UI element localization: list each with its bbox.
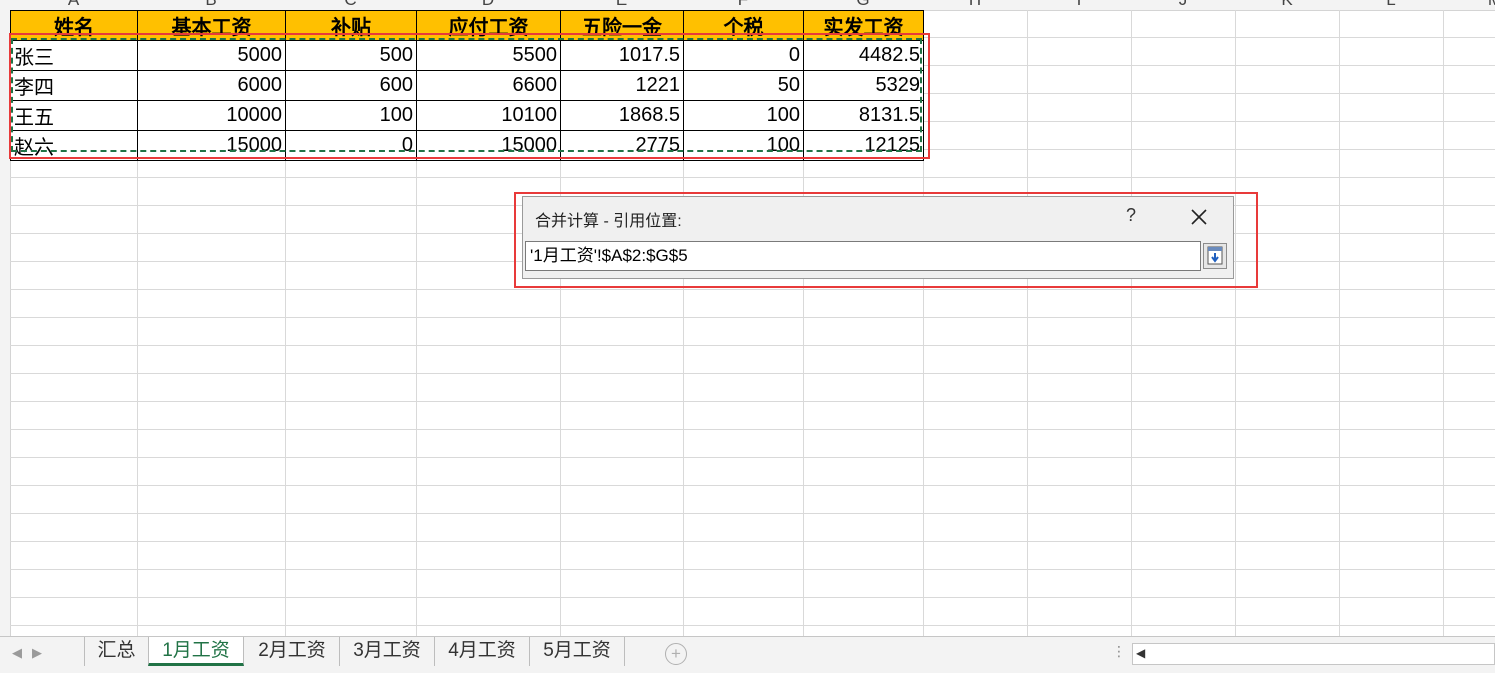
consolidate-reference-dialog: 合并计算 - 引用位置: ? '1月工资'!$A$2:$G$5 <box>522 196 1234 279</box>
gridline <box>1027 10 1028 636</box>
horizontal-scrollbar[interactable] <box>1132 643 1495 665</box>
sheet-tab-feb[interactable]: 2月工资 <box>245 637 340 666</box>
close-glyph <box>1191 209 1207 225</box>
column-letter-k[interactable]: K <box>1235 0 1339 9</box>
spreadsheet-area[interactable]: A B C D E F G H I J K L M 姓名 基本工资 补贴 应付工… <box>0 0 1495 636</box>
highlight-box-table <box>9 33 930 159</box>
column-letter-b[interactable]: B <box>137 0 285 9</box>
sheet-tab-bar: ◀ ▶ 汇总 1月工资 2月工资 3月工资 4月工资 5月工资 + ⋮ ◀ <box>0 636 1495 673</box>
scroll-tabs-right-icon[interactable]: ▶ <box>32 645 42 661</box>
expand-dialog-icon[interactable] <box>1203 243 1227 269</box>
column-letter-i[interactable]: I <box>1027 0 1131 9</box>
column-letter-m[interactable]: M <box>1443 0 1495 9</box>
sheet-tab-mar[interactable]: 3月工资 <box>340 637 435 666</box>
column-letter-e[interactable]: E <box>560 0 683 9</box>
add-sheet-icon[interactable]: + <box>665 643 687 665</box>
sheet-tab-jan[interactable]: 1月工资 <box>148 637 244 666</box>
sheet-tab-apr[interactable]: 4月工资 <box>435 637 530 666</box>
column-letter-a[interactable]: A <box>10 0 137 9</box>
gridline <box>1443 10 1444 636</box>
close-icon[interactable] <box>1185 203 1213 231</box>
scroll-left-arrow-icon[interactable]: ◀ <box>1136 646 1145 660</box>
column-letter-d[interactable]: D <box>416 0 560 9</box>
dialog-title: 合并计算 - 引用位置: <box>535 213 682 230</box>
scroll-tabs-left-icon[interactable]: ◀ <box>12 645 22 661</box>
column-letter-j[interactable]: J <box>1131 0 1235 9</box>
tab-splitter-handle[interactable]: ⋮ <box>1112 643 1126 660</box>
column-letter-c[interactable]: C <box>285 0 416 9</box>
column-letter-g[interactable]: G <box>803 0 923 9</box>
help-button[interactable]: ? <box>1121 205 1141 226</box>
gridline <box>1339 10 1340 636</box>
reference-input[interactable]: '1月工资'!$A$2:$G$5 <box>525 241 1201 271</box>
sheet-tab-summary[interactable]: 汇总 <box>84 637 149 666</box>
sheet-tab-may[interactable]: 5月工资 <box>530 637 625 666</box>
gridline <box>1235 10 1236 636</box>
column-letter-h[interactable]: H <box>923 0 1027 9</box>
column-letter-l[interactable]: L <box>1339 0 1443 9</box>
expand-dialog-glyph <box>1207 246 1223 265</box>
gridline <box>1131 10 1132 636</box>
column-letter-f[interactable]: F <box>683 0 803 9</box>
